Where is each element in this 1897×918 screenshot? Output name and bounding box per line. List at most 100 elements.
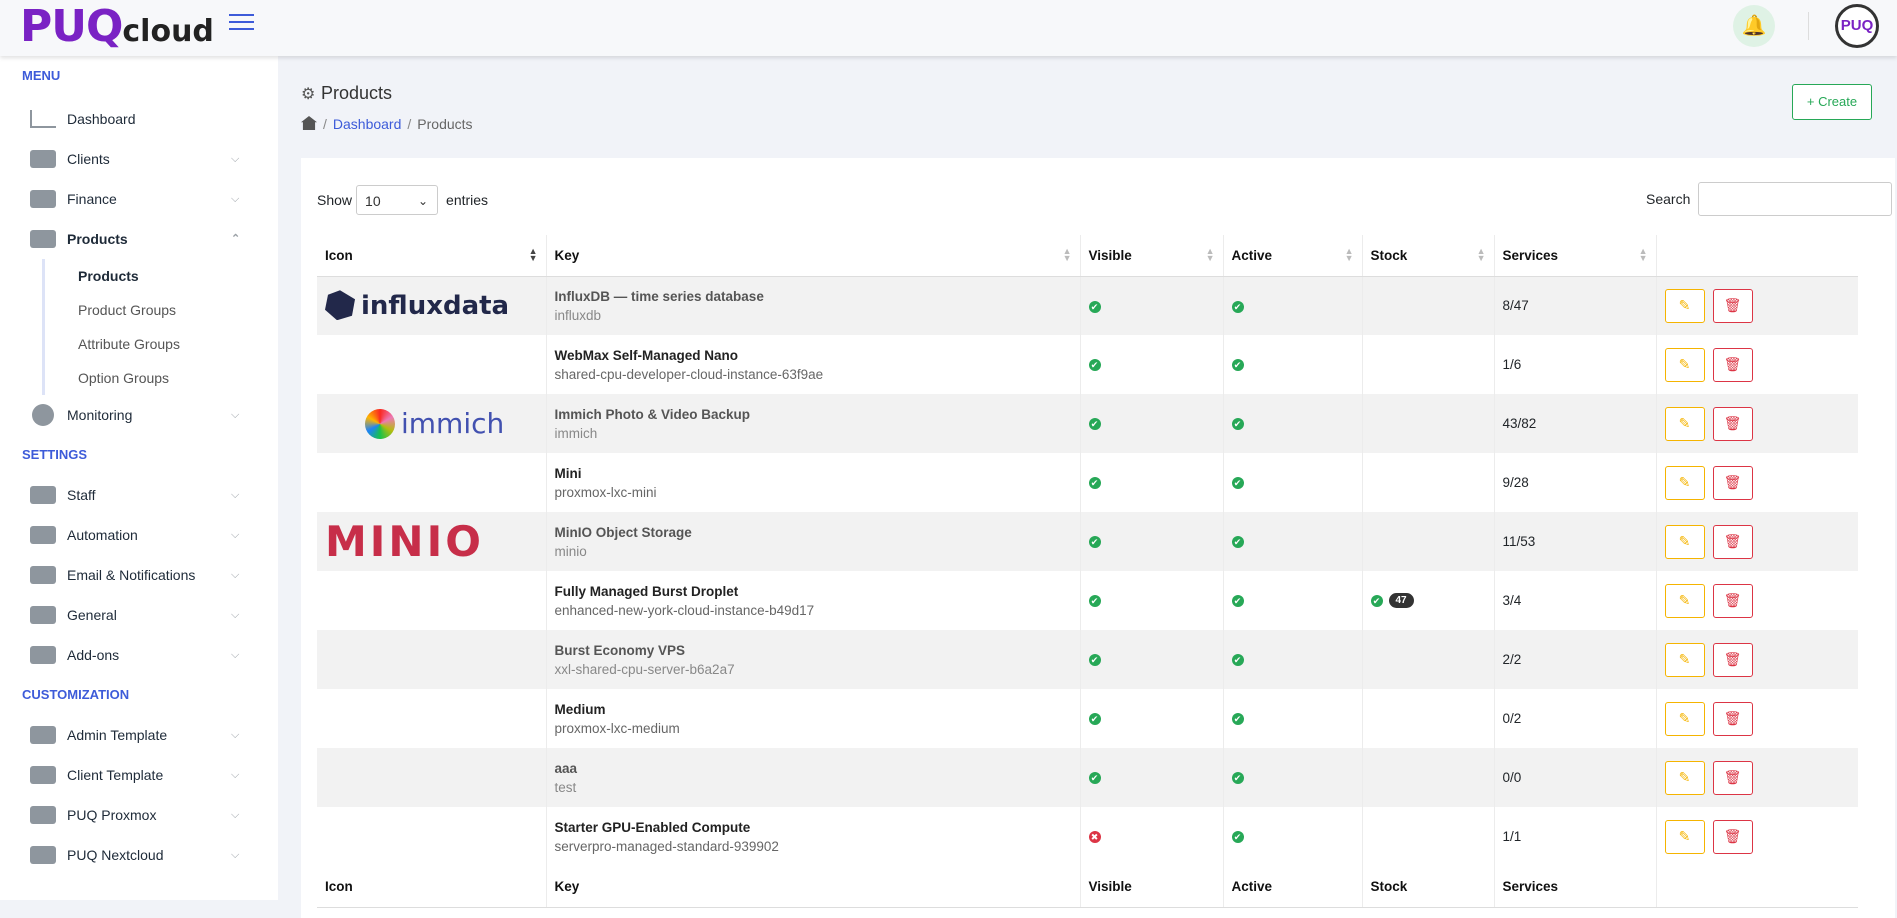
check-circle-icon: ✔ [1231,477,1244,490]
sidebar-item-puq-proxmox[interactable]: PUQ Proxmox ⌵ [0,795,278,835]
sidebar-item-client-template[interactable]: Client Template ⌵ [0,755,278,795]
col-header-actions [1656,235,1858,277]
create-button[interactable]: + Create [1792,84,1872,120]
delete-button[interactable]: 🗑 [1712,288,1753,323]
sidebar-item-staff[interactable]: Staff ⌵ [0,475,278,515]
col-header-visible[interactable]: Visible ▲ ▼ [1080,235,1224,277]
check-circle-icon: ✔ [1231,536,1244,549]
table-row: aaa test ✔ ✔ 0/0 ✎ 🗑 [317,748,1858,807]
breadcrumb-current: Products [417,116,473,132]
col-header-icon[interactable]: Icon ▲ ▼ [317,235,547,277]
section-customization: CUSTOMIZATION [22,687,130,702]
edit-button[interactable]: ✎ [1664,288,1705,323]
notifications-bell-icon[interactable]: 🔔 [1733,5,1775,47]
edit-button[interactable]: ✎ [1664,819,1705,854]
cell-stock [1362,807,1495,866]
sidebar-sub-products[interactable]: Products [45,259,278,293]
user-avatar[interactable]: PUQ [1835,4,1879,48]
delete-button[interactable]: 🗑 [1712,406,1753,441]
server-icon [30,806,56,824]
cell-visible: ✖ [1080,807,1224,866]
sidebar-item-automation[interactable]: Automation ⌵ [0,515,278,555]
cell-icon: influxdata [317,276,547,335]
robot-icon [30,526,56,544]
cell-icon [317,689,547,748]
sidebar-sub-attribute-groups[interactable]: Attribute Groups [45,327,278,361]
sidebar-item-add-ons[interactable]: Add-ons ⌵ [0,635,278,675]
delete-button[interactable]: 🗑 [1712,347,1753,382]
cell-active: ✔ [1223,335,1363,394]
hamburger-menu-icon[interactable] [229,14,254,34]
product-title: Burst Economy VPS [554,642,686,658]
section-settings: SETTINGS [22,447,88,462]
envelope-icon [30,566,56,584]
sidebar-item-dashboard[interactable]: Dashboard [0,99,278,139]
check-circle-icon: ✔ [1231,300,1244,313]
chevron-up-icon: ⌃ [231,233,241,245]
sidebar-item-admin-template[interactable]: Admin Template ⌵ [0,715,278,755]
search-label: Search [1646,191,1691,207]
delete-button[interactable]: 🗑 [1712,465,1753,500]
col-header-key[interactable]: Key ▲ ▼ [546,235,1081,277]
sidebar-sub-product-groups[interactable]: Product Groups [45,293,278,327]
product-key: minio [554,543,587,559]
cell-key: WebMax Self-Managed Nano shared-cpu-devel… [546,335,1081,394]
sidebar-item-label: Products [67,231,128,247]
sidebar-item-products[interactable]: Products ⌃ [0,219,278,259]
sidebar-item-finance[interactable]: Finance ⌵ [0,179,278,219]
check-circle-icon: ✔ [1231,654,1244,667]
delete-button[interactable]: 🗑 [1712,701,1753,736]
box-open-icon [30,230,56,248]
brand-logo[interactable]: PUQcloud [20,2,214,57]
col-footer-visible: Visible [1080,866,1224,908]
cell-key: Immich Photo & Video Backup immich [546,394,1081,453]
home-icon[interactable] [301,116,317,130]
product-title: Fully Managed Burst Droplet [554,583,739,599]
cell-services: 9/28 [1494,453,1657,512]
cell-visible: ✔ [1080,512,1224,571]
edit-button[interactable]: ✎ [1664,583,1705,618]
cell-services: 2/2 [1494,630,1657,689]
table-row: Medium proxmox-lxc-medium ✔ ✔ 0/2 ✎ 🗑 [317,689,1858,748]
influxdata-logo: influxdata [325,290,509,321]
cell-active: ✔ [1223,276,1363,335]
col-header-services[interactable]: Services ▲ ▼ [1494,235,1657,277]
cell-stock [1362,512,1495,571]
folder-icon [30,846,56,864]
edit-button[interactable]: ✎ [1664,406,1705,441]
breadcrumb-dashboard-link[interactable]: Dashboard [333,116,402,132]
chevron-down-icon: ⌵ [231,609,240,621]
edit-button[interactable]: ✎ [1664,760,1705,795]
edit-button[interactable]: ✎ [1664,465,1705,500]
check-circle-icon: ✔ [1231,359,1244,372]
cell-services: 43/82 [1494,394,1657,453]
search-input[interactable] [1698,182,1893,216]
col-header-stock[interactable]: Stock ▲ ▼ [1362,235,1495,277]
table-row: Burst Economy VPS xxl-shared-cpu-server-b… [317,630,1858,689]
cell-icon [317,748,547,807]
edit-button[interactable]: ✎ [1664,642,1705,677]
sidebar-sub-option-groups[interactable]: Option Groups [45,361,278,395]
sidebar-item-email-notifications[interactable]: Email & Notifications ⌵ [0,555,278,595]
sidebar-item-monitoring[interactable]: Monitoring ⌵ [0,395,278,435]
edit-button[interactable]: ✎ [1664,524,1705,559]
sidebar-item-general[interactable]: General ⌵ [0,595,278,635]
edit-button[interactable]: ✎ [1664,347,1705,382]
sidebar-item-puq-nextcloud[interactable]: PUQ Nextcloud ⌵ [0,835,278,875]
delete-button[interactable]: 🗑 [1712,524,1753,559]
col-header-active[interactable]: Active ▲ ▼ [1223,235,1363,277]
sidebar-item-clients[interactable]: Clients ⌵ [0,139,278,179]
top-bar: PUQcloud 🔔 PUQ [0,0,1897,56]
check-circle-icon: ✔ [1088,654,1101,667]
delete-button[interactable]: 🗑 [1712,642,1753,677]
col-footer-key: Key [546,866,1081,908]
edit-button[interactable]: ✎ [1664,701,1705,736]
delete-button[interactable]: 🗑 [1712,583,1753,618]
search-control: Search [1646,182,1893,216]
chevron-down-icon: ⌵ [231,769,240,781]
cell-stock [1362,689,1495,748]
delete-button[interactable]: 🗑 [1712,760,1753,795]
delete-button[interactable]: 🗑 [1712,819,1753,854]
product-key: test [554,779,577,795]
entries-select[interactable]: 10 ⌄ [356,185,439,215]
